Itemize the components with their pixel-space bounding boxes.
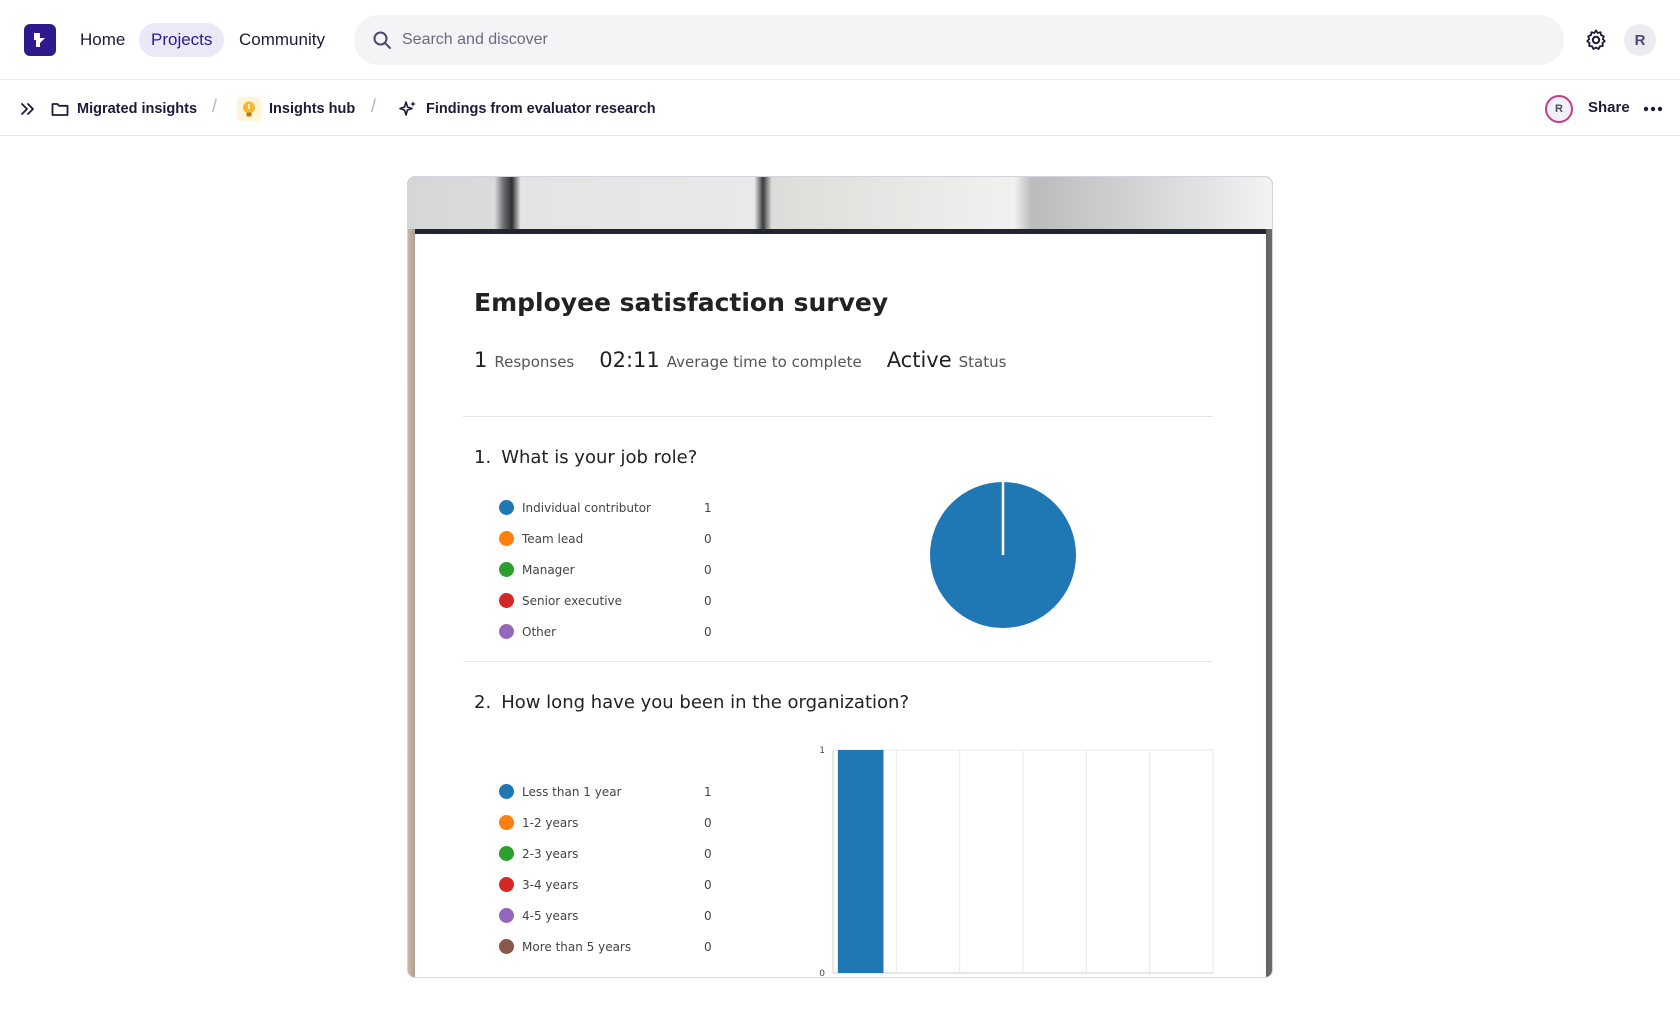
background-photo xyxy=(408,177,1272,229)
y-tick-label: 0 xyxy=(819,969,825,976)
legend-label: More than 5 years xyxy=(522,939,632,954)
legend-count: 0 xyxy=(704,815,712,830)
legend-label: 1-2 years xyxy=(522,815,579,830)
status-label: Status xyxy=(958,353,1007,371)
lightbulb-icon xyxy=(237,97,261,121)
legend-color-dot xyxy=(499,531,514,546)
breadcrumb-separator: / xyxy=(371,96,377,116)
legend-item: Senior executive 0 xyxy=(499,585,719,616)
legend-color-dot xyxy=(499,815,514,830)
divider xyxy=(463,416,1213,417)
app-logo[interactable] xyxy=(24,24,56,56)
legend-item: 1-2 years 0 xyxy=(499,807,719,838)
y-tick-label: 1 xyxy=(819,746,825,756)
legend-count: 1 xyxy=(704,784,712,799)
embedded-survey-report[interactable]: Employee satisfaction survey 1 Responses… xyxy=(407,176,1273,978)
expand-sidebar-icon[interactable] xyxy=(18,99,38,119)
nav-projects[interactable]: Projects xyxy=(139,23,225,57)
sparkle-icon xyxy=(399,101,416,116)
nav-community[interactable]: Community xyxy=(227,23,337,57)
share-button[interactable]: Share xyxy=(1588,99,1630,116)
responses-value: 1 xyxy=(474,348,488,372)
folder-icon xyxy=(51,103,69,116)
job-role-pie-chart xyxy=(930,482,1076,628)
legend-item: 2-3 years 0 xyxy=(499,838,719,869)
legend-count: 0 xyxy=(704,624,712,639)
legend-item: Less than 1 year 1 xyxy=(499,776,719,807)
more-options-icon[interactable] xyxy=(1642,99,1664,119)
breadcrumb-label: Insights hub xyxy=(269,101,356,117)
question-number: 1. xyxy=(474,447,492,468)
legend-label: Less than 1 year xyxy=(522,784,622,799)
legend-color-dot xyxy=(499,846,514,861)
divider xyxy=(463,661,1213,662)
legend-count: 0 xyxy=(704,593,712,608)
legend-item: Other 0 xyxy=(499,616,719,647)
legend-color-dot xyxy=(499,500,514,515)
legend-count: 0 xyxy=(704,846,712,861)
legend-item: Individual contributor 1 xyxy=(499,492,719,523)
legend-count: 0 xyxy=(704,939,712,954)
avg-time-value: 02:11 xyxy=(599,348,660,372)
legend-label: Team lead xyxy=(522,531,584,546)
legend-label: Individual contributor xyxy=(522,500,651,515)
responses-label: Responses xyxy=(494,353,575,371)
collaborator-avatar[interactable]: R xyxy=(1545,95,1573,123)
legend-label: 3-4 years xyxy=(522,877,579,892)
legend-item: 4-5 years 0 xyxy=(499,900,719,931)
search-bar[interactable] xyxy=(354,15,1564,65)
breadcrumb-item-insights-hub[interactable]: Insights hub xyxy=(237,97,355,121)
legend-count: 0 xyxy=(704,908,712,923)
legend-count: 1 xyxy=(704,500,712,515)
legend-count: 0 xyxy=(704,877,712,892)
breadcrumb-label: Findings from evaluator research xyxy=(426,101,656,117)
search-icon xyxy=(373,31,391,49)
question-text: How long have you been in the organizati… xyxy=(501,692,909,713)
avg-time-label: Average time to complete xyxy=(666,353,862,371)
legend-color-dot xyxy=(499,624,514,639)
legend-item: More than 5 years 0 xyxy=(499,931,719,962)
legend-color-dot xyxy=(499,877,514,892)
legend-label: Manager xyxy=(522,562,575,577)
legend-color-dot xyxy=(499,562,514,577)
top-navigation: Home Projects Community R xyxy=(0,0,1680,80)
user-avatar[interactable]: R xyxy=(1624,24,1656,56)
nav-home[interactable]: Home xyxy=(68,23,137,57)
breadcrumb-item-findings[interactable]: Findings from evaluator research xyxy=(398,97,656,121)
survey-sheet: Employee satisfaction survey 1 Responses… xyxy=(415,229,1266,977)
breadcrumb-label: Migrated insights xyxy=(77,101,198,117)
breadcrumb-separator: / xyxy=(212,96,218,116)
question-2-legend: Less than 1 year 1 1-2 years 0 2-3 years 0 3-4… xyxy=(499,776,719,962)
bar-less-than-1-year xyxy=(837,750,884,973)
question-text: What is your job role? xyxy=(501,447,698,468)
survey-title: Employee satisfaction survey xyxy=(474,288,889,317)
legend-item: Team lead 0 xyxy=(499,523,719,554)
legend-color-dot xyxy=(499,593,514,608)
gear-icon[interactable] xyxy=(1584,28,1608,52)
breadcrumb: Migrated insights / Insights hub / Findi… xyxy=(0,81,1680,136)
tenure-bar-chart: 01 xyxy=(819,746,1214,976)
breadcrumb-item-migrated-insights[interactable]: Migrated insights xyxy=(51,97,197,121)
logo-icon xyxy=(34,33,45,47)
question-number: 2. xyxy=(474,692,492,713)
legend-label: 4-5 years xyxy=(522,908,579,923)
legend-label: 2-3 years xyxy=(522,846,579,861)
legend-color-dot xyxy=(499,939,514,954)
question-title: 1. What is your job role? xyxy=(474,447,697,468)
legend-count: 0 xyxy=(704,562,712,577)
legend-count: 0 xyxy=(704,531,712,546)
legend-color-dot xyxy=(499,784,514,799)
legend-label: Senior executive xyxy=(522,593,623,608)
legend-item: Manager 0 xyxy=(499,554,719,585)
legend-item: 3-4 years 0 xyxy=(499,869,719,900)
legend-color-dot xyxy=(499,908,514,923)
question-title: 2. How long have you been in the organiza… xyxy=(474,692,909,713)
legend-label: Other xyxy=(522,624,557,639)
survey-stats: 1 Responses 02:11 Average time to comple… xyxy=(474,348,1031,372)
status-value: Active xyxy=(886,348,952,372)
question-1-legend: Individual contributor 1 Team lead 0 Manager… xyxy=(499,492,719,647)
search-input[interactable] xyxy=(402,15,1502,65)
